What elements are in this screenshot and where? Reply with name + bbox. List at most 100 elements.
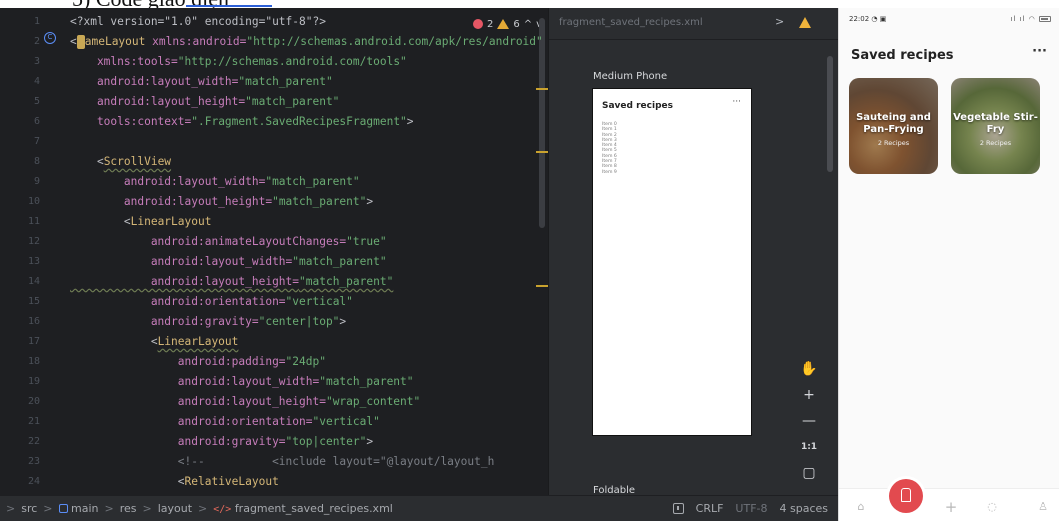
code-line[interactable]: <ScrollView xyxy=(70,152,171,172)
code-line[interactable]: android:orientation="vertical" xyxy=(70,412,380,432)
code-token: "wrap_content" xyxy=(325,395,421,408)
code-line[interactable]: android:layout_width="match_parent" xyxy=(70,372,414,392)
code-line[interactable]: android:gravity="top|center"> xyxy=(70,432,373,452)
error-count: 2 xyxy=(486,18,494,30)
line-number: 4 xyxy=(33,76,40,87)
code-editor[interactable]: C 1 2 3 4 5 6 7 8 9 10 11 12 13 14 15 16 17 18 19 20 21 22 23 2… xyxy=(0,8,548,495)
code-token: "match_parent" xyxy=(319,375,414,388)
preview-list-item: Item 5 xyxy=(602,148,617,154)
line-number-gutter: C 1 2 3 4 5 6 7 8 9 10 11 12 13 14 15 16 17 18 19 20 21 22 23 2… xyxy=(0,8,62,495)
code-line[interactable]: < ameLayout xmlns:android="http://schemas… xyxy=(70,32,543,52)
code-token: android:layout_width= xyxy=(70,175,266,188)
code-token: android:layout_height= xyxy=(70,195,273,208)
warning-marker[interactable] xyxy=(536,88,548,90)
code-line[interactable]: <?xml version="1.0" encoding="utf-8"?> xyxy=(70,12,326,32)
lint-icon[interactable] xyxy=(672,503,684,514)
line-number: 1 xyxy=(33,16,40,27)
profile-icon[interactable]: ♙ xyxy=(1035,499,1051,515)
line-number: 18 xyxy=(27,356,40,367)
code-token: android:gravity= xyxy=(70,435,286,448)
breadcrumb-file-label: fragment_saved_recipes.xml xyxy=(234,502,393,515)
code-line[interactable]: android:layout_height="match_parent" xyxy=(70,272,394,292)
zoom-actual-size-button[interactable]: 1:1 xyxy=(797,436,821,458)
line-separator-widget[interactable]: CRLF xyxy=(696,502,724,515)
code-token: xmlns:android= xyxy=(152,35,247,48)
code-line[interactable]: <LinearLayout xyxy=(70,332,239,352)
code-line[interactable]: android:padding="24dp" xyxy=(70,352,326,372)
code-line[interactable]: android:layout_height="wrap_content" xyxy=(70,392,420,412)
add-icon[interactable]: + xyxy=(943,499,959,515)
breadcrumb-main-label: main xyxy=(71,502,99,515)
notification-icon[interactable]: ◌ xyxy=(984,499,1000,515)
code-token: LinearLayout xyxy=(157,335,239,348)
phone-preview[interactable]: Saved recipes ··· Item 0 Item 1 Item 2 Item… xyxy=(592,88,752,436)
code-token: android:layout_width= xyxy=(70,75,239,88)
line-number: 13 xyxy=(27,256,40,267)
code-token: "vertical" xyxy=(285,295,353,308)
pan-icon[interactable]: ✋ xyxy=(797,358,821,380)
device-screenshot: 22:02 ◔ ▣ ıl ıl ◠ Saved recipes ··· Saut… xyxy=(838,0,1059,521)
line-number: 15 xyxy=(27,296,40,307)
encoding-widget[interactable]: UTF-8 xyxy=(735,502,767,515)
breadcrumb-layout[interactable]: layout xyxy=(158,502,192,515)
code-token: <!-- <include layout="@layout/layout_h xyxy=(70,455,495,468)
preview-file-tab[interactable]: fragment_saved_recipes.xml xyxy=(559,17,703,28)
breadcrumb-main[interactable]: main xyxy=(58,502,99,515)
code-line[interactable]: android:orientation="vertical" xyxy=(70,292,353,312)
breadcrumb-res[interactable]: res xyxy=(120,502,137,515)
warning-count: 6 xyxy=(513,18,520,30)
more-icon: ··· xyxy=(732,97,741,107)
code-token: "center|top" xyxy=(258,315,340,328)
code-token: > xyxy=(366,435,374,448)
text-caret xyxy=(76,35,85,49)
code-line[interactable]: android:layout_width="match_parent" xyxy=(70,252,387,272)
zoom-out-icon[interactable]: — xyxy=(797,410,821,432)
code-line[interactable]: <!-- <include layout="@layout/layout_h xyxy=(70,452,495,472)
category-card-stir-fry[interactable]: Vegetable Stir-Fry 2 Recipes xyxy=(951,78,1040,174)
warning-icon[interactable] xyxy=(799,17,811,28)
code-token: "match_parent" xyxy=(238,75,333,88)
line-number: 20 xyxy=(27,396,40,407)
code-line[interactable]: android:layout_width="match_parent" xyxy=(70,72,333,92)
code-token: < xyxy=(70,155,104,168)
code-line[interactable]: android:gravity="center|top"> xyxy=(70,312,346,332)
module-icon xyxy=(58,504,68,513)
code-line[interactable]: android:layout_height="match_parent"> xyxy=(70,192,373,212)
zoom-to-fit-icon[interactable]: ▢ xyxy=(797,462,821,484)
chevron-right-icon[interactable]: > xyxy=(775,15,784,28)
code-line[interactable]: <RelativeLayout xyxy=(70,472,279,492)
line-number: 8 xyxy=(33,156,40,167)
inspection-widget[interactable]: 2 6 ^ v xyxy=(466,16,542,32)
breadcrumb-separator: > xyxy=(43,502,53,515)
card-count: 2 Recipes xyxy=(979,139,1012,147)
code-token: "http://schemas.android.com/apk/res/andr… xyxy=(246,35,543,48)
class-gutter-icon[interactable]: C xyxy=(44,32,56,44)
indent-widget[interactable]: 4 spaces xyxy=(780,502,829,515)
saved-tab-button[interactable] xyxy=(889,479,923,513)
preview-scrollbar[interactable] xyxy=(827,56,833,172)
warning-marker[interactable] xyxy=(536,151,548,153)
code-line[interactable]: <LinearLayout xyxy=(70,212,212,232)
code-line[interactable]: tools:context=".Fragment.SavedRecipesFra… xyxy=(70,112,414,132)
home-icon[interactable]: ⌂ xyxy=(853,499,869,515)
zoom-in-icon[interactable]: + xyxy=(797,384,821,406)
warning-marker[interactable] xyxy=(536,285,548,287)
code-line[interactable]: xmlns:tools="http://schemas.android.com/… xyxy=(70,52,407,72)
line-number: 2 xyxy=(33,36,40,47)
preview-item-list: Item 0 Item 1 Item 2 Item 3 Item 4 Item 5 Item… xyxy=(602,122,617,175)
preview-canvas[interactable]: Medium Phone Saved recipes ··· Item 0 Ite… xyxy=(549,41,811,507)
breadcrumb-file[interactable]: </> fragment_saved_recipes.xml xyxy=(213,502,393,515)
code-line[interactable]: android:layout_width="match_parent" xyxy=(70,172,360,192)
line-number: 5 xyxy=(33,96,40,107)
code-token: ScrollView xyxy=(103,155,172,168)
clock-text: 22:02 xyxy=(849,15,870,23)
breadcrumb-src[interactable]: src xyxy=(21,502,37,515)
category-card-sauteing[interactable]: Sauteing and Pan-Frying 2 Recipes xyxy=(849,78,938,174)
line-number: 3 xyxy=(33,56,40,67)
more-icon[interactable]: ··· xyxy=(1032,44,1047,59)
code-line[interactable]: android:animateLayoutChanges="true" xyxy=(70,232,387,252)
code-token: > xyxy=(366,195,374,208)
previous-highlight-icon[interactable]: ^ xyxy=(524,19,532,30)
code-token: android:animateLayoutChanges= xyxy=(70,235,347,248)
code-line[interactable]: android:layout_height="match_parent" xyxy=(70,92,339,112)
